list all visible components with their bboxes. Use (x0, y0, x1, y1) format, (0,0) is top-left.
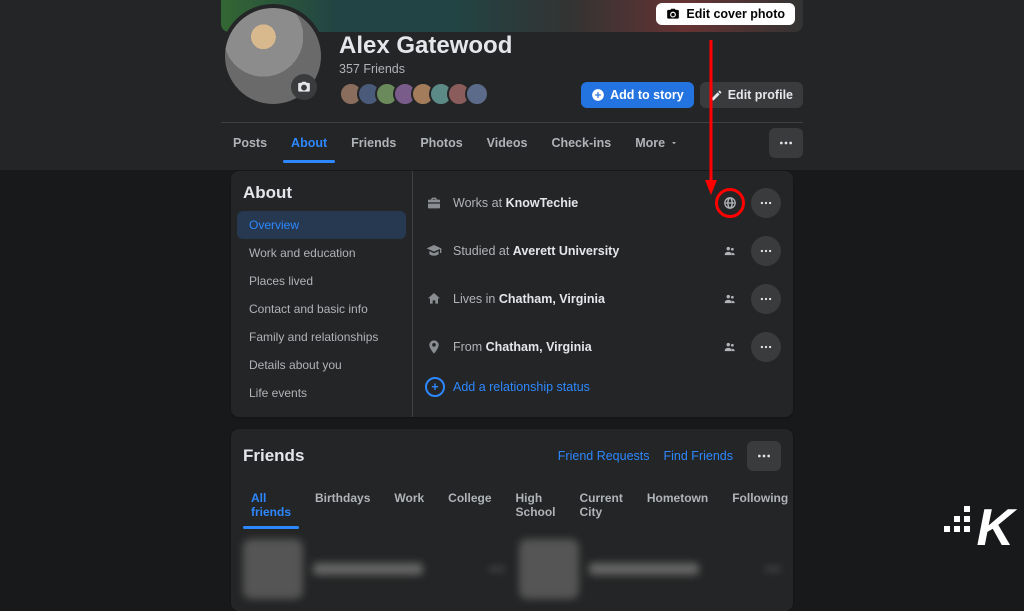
graduation-cap-icon (425, 242, 443, 260)
about-item-contact[interactable]: Contact and basic info (237, 295, 406, 323)
privacy-study-button[interactable] (715, 236, 745, 266)
friends-tab-following[interactable]: Following (724, 481, 796, 529)
find-friends-link[interactable]: Find Friends (664, 449, 733, 463)
about-item-family[interactable]: Family and relationships (237, 323, 406, 351)
friend-avatar-bubble[interactable] (465, 82, 489, 106)
friends-tab-hometown[interactable]: Hometown (639, 481, 716, 529)
info-row-from: From Chatham, Virginia (423, 323, 783, 371)
more-study-button[interactable] (751, 236, 781, 266)
plus-outline-icon: + (425, 377, 445, 397)
friends-tab-highschool[interactable]: High School (508, 481, 564, 529)
about-item-life-events[interactable]: Life events (237, 379, 406, 407)
friends-privacy-icon (723, 244, 737, 258)
privacy-work-button[interactable] (715, 188, 745, 218)
profile-name: Alex Gatewood (339, 32, 512, 60)
friends-section-title: Friends (243, 446, 304, 466)
privacy-from-button[interactable] (715, 332, 745, 362)
profile-header: Alex Gatewood 357 Friends Add to story E… (221, 32, 803, 122)
edit-profile-button[interactable]: Edit profile (700, 82, 803, 108)
info-row-study: Studied at Averett University (423, 227, 783, 275)
location-pin-icon (425, 338, 443, 356)
friends-tab-work[interactable]: Work (386, 481, 432, 529)
tab-videos[interactable]: Videos (475, 123, 540, 163)
home-icon (425, 290, 443, 308)
more-lives-button[interactable] (751, 284, 781, 314)
privacy-lives-button[interactable] (715, 284, 745, 314)
tab-photos[interactable]: Photos (408, 123, 474, 163)
tab-posts[interactable]: Posts (221, 123, 279, 163)
profile-tabbar: Posts About Friends Photos Videos Check-… (221, 122, 803, 163)
profile-avatar[interactable] (221, 4, 325, 108)
plus-circle-icon (591, 88, 605, 102)
pencil-icon (710, 89, 723, 102)
info-row-lives: Lives in Chatham, Virginia (423, 275, 783, 323)
friend-list-item[interactable]: ⋯ (519, 539, 781, 599)
about-card: About Overview Work and education Places… (231, 171, 793, 417)
friends-privacy-icon (723, 340, 737, 354)
friends-tab-all[interactable]: All friends (243, 481, 299, 529)
about-item-overview[interactable]: Overview (237, 211, 406, 239)
edit-cover-photo-button[interactable]: Edit cover photo (656, 3, 795, 25)
friend-requests-link[interactable]: Friend Requests (558, 449, 650, 463)
edit-cover-label: Edit cover photo (686, 7, 785, 21)
add-relationship-status-button[interactable]: + Add a relationship status (423, 371, 783, 403)
camera-icon (666, 7, 680, 21)
tab-friends[interactable]: Friends (339, 123, 408, 163)
about-item-details[interactable]: Details about you (237, 351, 406, 379)
about-item-places-lived[interactable]: Places lived (237, 267, 406, 295)
tab-more[interactable]: More (623, 123, 691, 163)
avatar-camera-button[interactable] (291, 74, 317, 100)
friends-tab-current-city[interactable]: Current City (572, 481, 631, 529)
watermark-logo: K (944, 498, 1014, 558)
friends-card: Friends Friend Requests Find Friends All… (231, 429, 793, 611)
info-row-work: Works at KnowTechie (423, 179, 783, 227)
friend-list-item[interactable]: ⋯ (243, 539, 505, 599)
add-to-story-button[interactable]: Add to story (581, 82, 694, 108)
more-work-button[interactable] (751, 188, 781, 218)
friends-tab-college[interactable]: College (440, 481, 499, 529)
about-item-work-education[interactable]: Work and education (237, 239, 406, 267)
tab-about[interactable]: About (279, 123, 339, 163)
about-title: About (231, 183, 412, 211)
friends-privacy-icon (723, 292, 737, 306)
tab-overflow-button[interactable] (769, 128, 803, 158)
chevron-down-icon (669, 138, 679, 148)
briefcase-icon (425, 194, 443, 212)
friends-overflow-button[interactable] (747, 441, 781, 471)
friends-tab-birthdays[interactable]: Birthdays (307, 481, 378, 529)
globe-icon (723, 196, 737, 210)
more-from-button[interactable] (751, 332, 781, 362)
friends-count[interactable]: 357 Friends (339, 62, 512, 76)
friend-avatars-row[interactable] (339, 82, 512, 106)
tab-checkins[interactable]: Check-ins (539, 123, 623, 163)
